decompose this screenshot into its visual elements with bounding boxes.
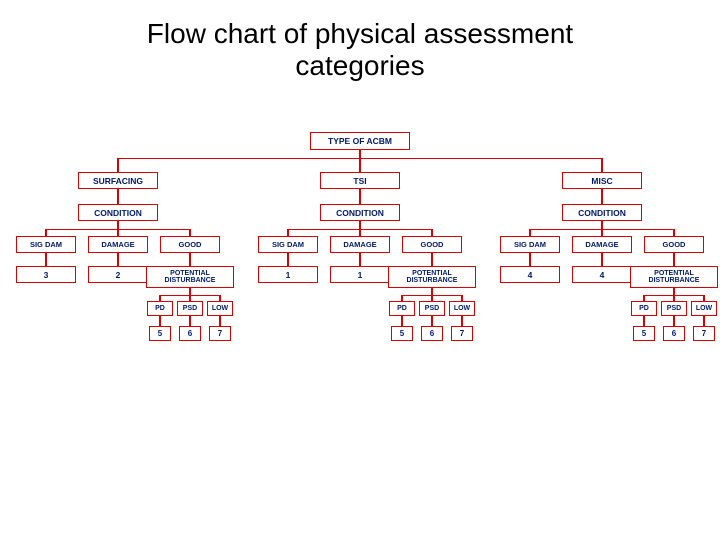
connector [529, 229, 530, 236]
state-0-1: DAMAGE [88, 236, 148, 253]
connector [189, 229, 190, 236]
potential-disturbance-0: POTENTIAL DISTURBANCE [146, 266, 234, 288]
connector [529, 253, 530, 266]
connector [287, 253, 288, 266]
pd-child-0-1: PSD [177, 301, 203, 316]
connector [117, 189, 118, 204]
pd-value-0-1: 6 [179, 326, 201, 341]
pd-child-1-1: PSD [419, 301, 445, 316]
connector [189, 253, 190, 266]
flowchart-canvas: TYPE OF ACBMSURFACINGCONDITIONSIG DAM3DA… [0, 112, 720, 512]
state-2-0: SIG DAM [500, 236, 560, 253]
pd-child-2-0: PD [631, 301, 657, 316]
pd-value-1-2: 7 [451, 326, 473, 341]
branch-tsi: TSI [320, 172, 400, 189]
branch-surfacing: SURFACING [78, 172, 158, 189]
value-1-0: 1 [258, 266, 318, 283]
condition-1: CONDITION [320, 204, 400, 221]
value-0-0: 3 [16, 266, 76, 283]
connector [117, 229, 118, 236]
connector [219, 316, 220, 326]
connector [359, 189, 360, 204]
page-title: Flow chart of physical assessment catego… [0, 0, 720, 82]
state-1-1: DAMAGE [330, 236, 390, 253]
pd-child-0-0: PD [147, 301, 173, 316]
title-line-2: categories [295, 50, 424, 81]
connector [643, 316, 644, 326]
value-0-1: 2 [88, 266, 148, 283]
connector [431, 229, 432, 236]
connector [601, 158, 602, 172]
pd-value-1-0: 5 [391, 326, 413, 341]
branch-misc: MISC [562, 172, 642, 189]
potential-disturbance-1: POTENTIAL DISTURBANCE [388, 266, 476, 288]
pd-child-1-2: LOW [449, 301, 475, 316]
state-1-0: SIG DAM [258, 236, 318, 253]
connector [673, 316, 674, 326]
connector [359, 158, 360, 172]
title-line-1: Flow chart of physical assessment [147, 18, 573, 49]
value-1-1: 1 [330, 266, 390, 283]
connector [359, 229, 360, 236]
connector [159, 316, 160, 326]
connector [45, 229, 46, 236]
state-2-1: DAMAGE [572, 236, 632, 253]
connector [673, 229, 674, 236]
state-1-2: GOOD [402, 236, 462, 253]
pd-value-1-1: 6 [421, 326, 443, 341]
condition-2: CONDITION [562, 204, 642, 221]
pd-value-2-0: 5 [633, 326, 655, 341]
connector [461, 316, 462, 326]
pd-child-2-2: LOW [691, 301, 717, 316]
state-2-2: GOOD [644, 236, 704, 253]
pd-value-2-2: 7 [693, 326, 715, 341]
value-2-0: 4 [500, 266, 560, 283]
connector [431, 253, 432, 266]
connector [601, 229, 602, 236]
connector [601, 253, 602, 266]
pd-child-0-2: LOW [207, 301, 233, 316]
connector [431, 316, 432, 326]
connector [601, 189, 602, 204]
connector [359, 253, 360, 266]
pd-child-2-1: PSD [661, 301, 687, 316]
potential-disturbance-2: POTENTIAL DISTURBANCE [630, 266, 718, 288]
connector [45, 253, 46, 266]
value-2-1: 4 [572, 266, 632, 283]
connector [117, 158, 118, 172]
connector [117, 253, 118, 266]
pd-value-2-1: 6 [663, 326, 685, 341]
state-0-2: GOOD [160, 236, 220, 253]
root-node: TYPE OF ACBM [310, 132, 410, 150]
connector [401, 316, 402, 326]
condition-0: CONDITION [78, 204, 158, 221]
pd-child-1-0: PD [389, 301, 415, 316]
connector [673, 253, 674, 266]
connector [189, 316, 190, 326]
connector [703, 316, 704, 326]
connector [287, 229, 288, 236]
pd-value-0-2: 7 [209, 326, 231, 341]
pd-value-0-0: 5 [149, 326, 171, 341]
state-0-0: SIG DAM [16, 236, 76, 253]
